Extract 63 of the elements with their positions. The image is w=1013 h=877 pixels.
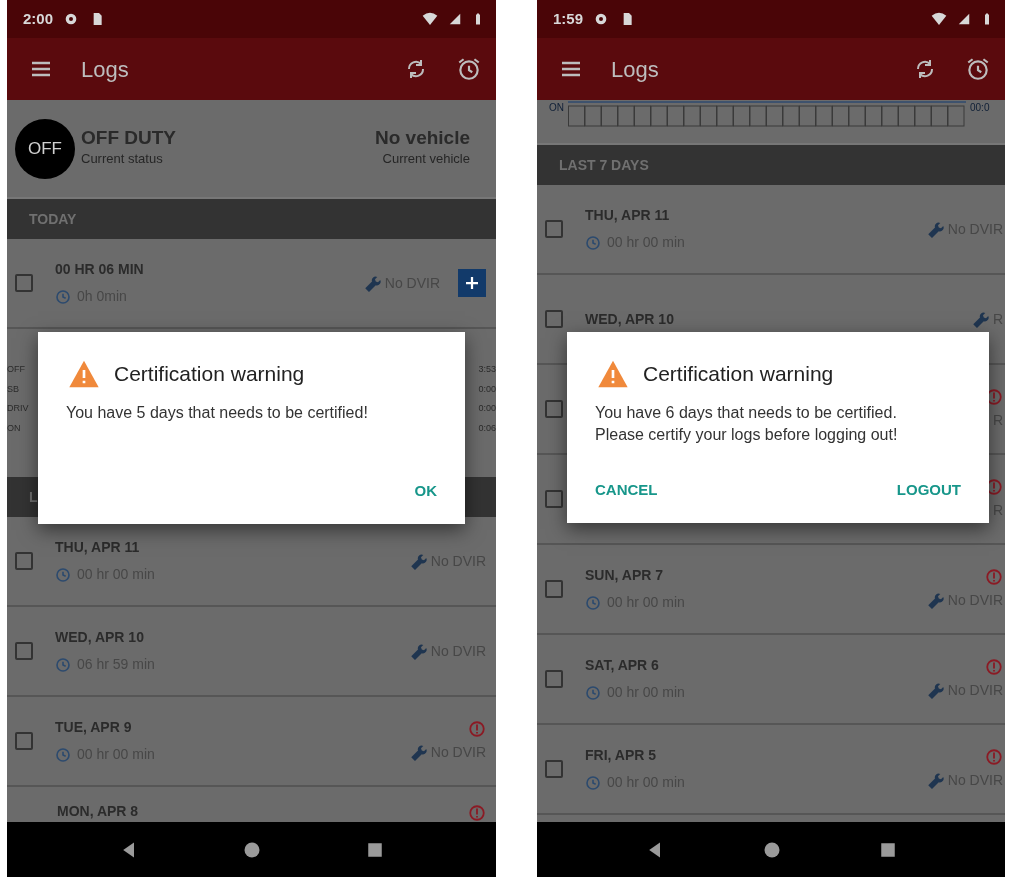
recents-icon[interactable]	[878, 840, 897, 859]
status-time: 2:00	[23, 8, 54, 29]
duty-total: 3:53	[478, 363, 496, 376]
duty-total: 00:0	[970, 101, 990, 115]
signal-icon	[957, 12, 971, 26]
log-date: 00 HR 06 MIN	[55, 260, 144, 279]
clock-icon	[585, 684, 601, 701]
section-header: LAST 7 DAYS	[537, 145, 1005, 185]
log-date: SUN, APR 7	[585, 566, 665, 585]
duty-label: ON	[7, 421, 21, 435]
log-date: MON, APR 8	[57, 802, 139, 821]
dialog-button[interactable]: LOGOUT	[896, 478, 961, 501]
status-caption: Current status	[81, 150, 164, 169]
clock-icon	[55, 656, 71, 673]
status-label: OFF DUTY	[81, 128, 176, 150]
clock-icon	[55, 746, 71, 763]
clock-icon	[55, 288, 71, 305]
log-date: THU, APR 11	[55, 538, 141, 557]
wifi-icon	[931, 11, 947, 27]
checkbox[interactable]	[545, 220, 563, 238]
duty-label: DRIV	[7, 402, 29, 415]
log-date: WED, APR 10	[585, 309, 674, 329]
status-badge: OFF	[15, 118, 75, 179]
duty-label: SB	[7, 382, 19, 396]
checkbox[interactable]	[15, 552, 33, 570]
checkbox[interactable]	[545, 310, 563, 328]
alarm-clock-icon[interactable]	[456, 56, 482, 82]
dialog-message: You have 5 days that needs to be certified!	[66, 403, 369, 423]
clock-icon	[585, 774, 601, 791]
checkbox[interactable]	[545, 580, 563, 598]
dialog-button[interactable]: OK	[414, 479, 437, 502]
clock-icon	[585, 234, 601, 251]
clock-icon	[585, 594, 601, 611]
log-date: THU, APR 11	[585, 206, 671, 225]
signal-icon	[448, 12, 462, 26]
dialog-title: Certification warning	[114, 361, 305, 388]
app-bar-title: Logs	[611, 55, 659, 84]
duty-label: ON	[549, 101, 564, 115]
vehicle-label: No vehicle	[374, 128, 470, 150]
log-date: FRI, APR 5	[585, 746, 658, 765]
app-bar-title: Logs	[81, 55, 129, 84]
checkbox[interactable]	[545, 400, 563, 418]
section-header: TODAY	[7, 199, 496, 239]
recents-icon[interactable]	[366, 840, 385, 859]
log-date: SAT, APR 6	[585, 656, 660, 675]
status-time: 1:59	[553, 8, 584, 29]
dialog-message: You have 6 days that needs to be certified. Please certify your logs before logging out!	[595, 403, 899, 445]
wifi-icon	[422, 11, 438, 27]
log-date: TUE, APR 9	[55, 718, 133, 737]
dialog-button[interactable]: CANCEL	[595, 478, 658, 501]
clock-icon	[55, 566, 71, 583]
duty-label: OFF	[7, 363, 25, 376]
checkbox[interactable]	[545, 760, 563, 778]
log-date: WED, APR 10	[55, 628, 145, 647]
vehicle-caption: Current vehicle	[381, 150, 470, 169]
alarm-clock-icon[interactable]	[965, 56, 991, 82]
checkbox[interactable]	[545, 490, 563, 508]
plus-icon	[463, 274, 481, 292]
checkbox[interactable]	[15, 732, 33, 750]
checkbox[interactable]	[545, 670, 563, 688]
checkbox[interactable]	[15, 642, 33, 660]
add-button[interactable]	[458, 269, 486, 297]
checkbox[interactable]	[15, 274, 33, 292]
